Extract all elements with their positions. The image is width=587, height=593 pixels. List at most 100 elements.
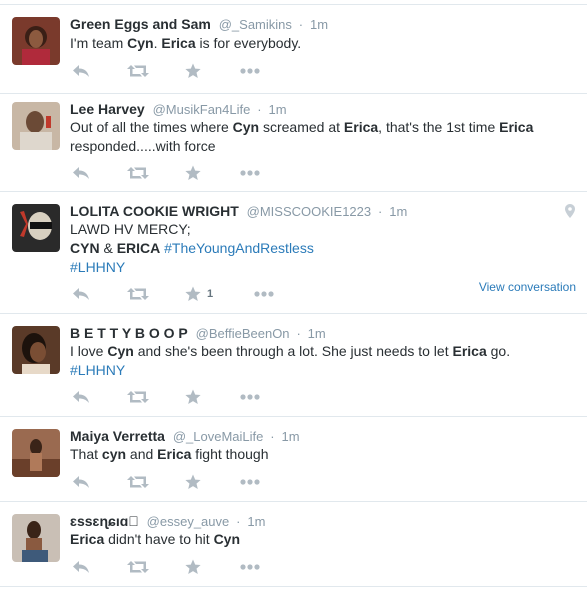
text-run: Out of all the times where bbox=[70, 119, 233, 135]
text-run: and she's been through a lot. She just n… bbox=[133, 343, 453, 359]
text-run: I'm team bbox=[70, 35, 128, 51]
display-name[interactable]: B E T T Y B O O P bbox=[70, 325, 188, 341]
avatar[interactable] bbox=[12, 514, 60, 562]
tweet-text: I love Cyn and she's been through a lot.… bbox=[70, 342, 575, 380]
highlighted-term: Erica bbox=[452, 343, 487, 359]
display-name[interactable]: Lee Harvey bbox=[70, 101, 145, 117]
tweet-timeline: Green Eggs and Sam @_Samikins · 1m I'm t… bbox=[0, 0, 587, 593]
text-run: I love bbox=[70, 343, 108, 359]
timestamp[interactable]: 1m bbox=[310, 17, 328, 32]
tweet[interactable]: ɛssɛɳɕıɑ  @essey_auve · 1m Erica didn't … bbox=[0, 502, 587, 586]
user-handle[interactable]: @BeffieBeenOn bbox=[196, 326, 290, 341]
tweet-text-line: Out of all the times where Cyn screamed … bbox=[70, 118, 575, 137]
hashtag-link[interactable]: #LHHNY bbox=[70, 362, 125, 378]
retweet-icon[interactable] bbox=[127, 473, 149, 491]
user-handle[interactable]: @_Samikins bbox=[219, 17, 292, 32]
tweet-text: I'm team Cyn. Erica is for everybody. bbox=[70, 34, 575, 53]
favorite-icon bbox=[185, 286, 201, 302]
retweet-icon[interactable] bbox=[127, 558, 149, 576]
separator: · bbox=[257, 102, 262, 117]
user-handle[interactable]: @MusikFan4Life bbox=[153, 102, 251, 117]
avatar[interactable] bbox=[12, 326, 60, 374]
display-name[interactable]: Green Eggs and Sam bbox=[70, 16, 211, 32]
timestamp[interactable]: 1m bbox=[282, 429, 300, 444]
timestamp[interactable]: 1m bbox=[268, 102, 286, 117]
tweet-text-line: #LHHNY bbox=[70, 361, 575, 380]
timestamp[interactable]: 1m bbox=[389, 204, 407, 219]
user-handle[interactable]: @_LoveMaiLife bbox=[173, 429, 264, 444]
reply-icon[interactable] bbox=[72, 164, 90, 182]
reply-icon[interactable] bbox=[72, 285, 90, 303]
retweet-icon[interactable] bbox=[127, 164, 149, 182]
separator: · bbox=[298, 17, 304, 32]
favorite-icon[interactable] bbox=[185, 62, 201, 80]
tweet-text: LAWD HV MERCY; CYN & ERICA #TheYoungAndRe… bbox=[70, 220, 575, 277]
user-handle[interactable]: @essey_auve bbox=[147, 514, 230, 529]
tweet[interactable]: Green Eggs and Sam @_Samikins · 1m I'm t… bbox=[0, 5, 587, 93]
more-icon[interactable] bbox=[240, 164, 260, 182]
more-icon[interactable] bbox=[254, 285, 274, 303]
tweet[interactable]: Lee Harvey @MusikFan4Life · 1m Out of al… bbox=[0, 94, 587, 191]
display-name[interactable]: ɛssɛɳɕıɑ  bbox=[70, 513, 139, 529]
avatar[interactable] bbox=[12, 204, 60, 252]
display-name[interactable]: LOLITA COOKIE WRIGHT bbox=[70, 203, 239, 219]
separator: · bbox=[236, 514, 241, 529]
favorite-icon[interactable] bbox=[185, 473, 201, 491]
more-icon[interactable] bbox=[240, 62, 260, 80]
separator: · bbox=[270, 429, 275, 444]
more-icon[interactable] bbox=[240, 388, 260, 406]
text-run: go. bbox=[486, 343, 511, 359]
reply-icon[interactable] bbox=[72, 388, 90, 406]
tweet-text: That cyn and Erica fight though bbox=[70, 445, 575, 464]
hashtag-link[interactable]: #TheYoungAndRestless bbox=[164, 240, 314, 256]
tweet-text-line: responded.....with force bbox=[70, 137, 575, 156]
tweet-text-line: CYN & ERICA #TheYoungAndRestless bbox=[70, 239, 575, 258]
favorite-button[interactable]: 1 bbox=[185, 285, 213, 303]
retweet-icon[interactable] bbox=[127, 285, 149, 303]
retweet-icon[interactable] bbox=[127, 62, 149, 80]
tweet-text-line: I'm team Cyn. Erica is for everybody. bbox=[70, 34, 575, 53]
text-run: fight though bbox=[191, 446, 269, 462]
highlighted-term: Erica bbox=[161, 35, 196, 51]
timestamp[interactable]: 1m bbox=[247, 514, 265, 529]
more-icon[interactable] bbox=[240, 558, 260, 576]
tweet-text-line: I love Cyn and she's been through a lot.… bbox=[70, 342, 575, 361]
tweet-text-line: #LHHNY bbox=[70, 258, 575, 277]
avatar[interactable] bbox=[12, 102, 60, 150]
text-run: LAWD HV MERCY; bbox=[70, 221, 191, 237]
text-run: responded.....with force bbox=[70, 138, 216, 154]
tweet[interactable]: B E T T Y B O O P @BeffieBeenOn · 1m I l… bbox=[0, 314, 587, 416]
highlighted-term: Cyn bbox=[107, 343, 134, 359]
favorite-icon[interactable] bbox=[185, 558, 201, 576]
text-run: screamed at bbox=[259, 119, 344, 135]
reply-icon[interactable] bbox=[72, 558, 90, 576]
text-run: and bbox=[126, 446, 158, 462]
tweet[interactable]: LOLITA COOKIE WRIGHT @MISSCOOKIE1223 · 1… bbox=[0, 192, 587, 313]
user-handle[interactable]: @MISSCOOKIE1223 bbox=[247, 204, 371, 219]
highlighted-term: CYN bbox=[70, 240, 100, 256]
more-icon[interactable] bbox=[240, 473, 260, 491]
favorite-count: 1 bbox=[207, 288, 214, 300]
tweet-text-line: That cyn and Erica fight though bbox=[70, 445, 575, 464]
hashtag-link[interactable]: #LHHNY bbox=[70, 259, 125, 275]
tweet-text-line: LAWD HV MERCY; bbox=[70, 220, 575, 239]
retweet-icon[interactable] bbox=[127, 388, 149, 406]
avatar[interactable] bbox=[12, 429, 60, 477]
text-run: didn't have to hit bbox=[104, 531, 214, 547]
highlighted-term: cyn bbox=[101, 446, 127, 462]
highlighted-term: ERICA bbox=[116, 240, 161, 256]
timestamp[interactable]: 1m bbox=[308, 326, 326, 341]
tweet[interactable]: Maiya Verretta @_LoveMaiLife · 1m That c… bbox=[0, 417, 587, 501]
reply-icon[interactable] bbox=[72, 473, 90, 491]
text-run: is for everybody. bbox=[195, 35, 302, 51]
favorite-icon[interactable] bbox=[185, 164, 201, 182]
display-name[interactable]: Maiya Verretta bbox=[70, 428, 165, 444]
tweet-text: Erica didn't have to hit Cyn bbox=[70, 530, 575, 549]
favorite-icon[interactable] bbox=[185, 388, 201, 406]
avatar[interactable] bbox=[12, 17, 60, 65]
highlighted-term: Erica bbox=[499, 119, 534, 135]
view-conversation-link[interactable]: View conversation bbox=[479, 280, 576, 294]
reply-icon[interactable] bbox=[72, 62, 90, 80]
tweet-text-line: Erica didn't have to hit Cyn bbox=[70, 530, 575, 549]
highlighted-term: Cyn bbox=[232, 119, 260, 135]
